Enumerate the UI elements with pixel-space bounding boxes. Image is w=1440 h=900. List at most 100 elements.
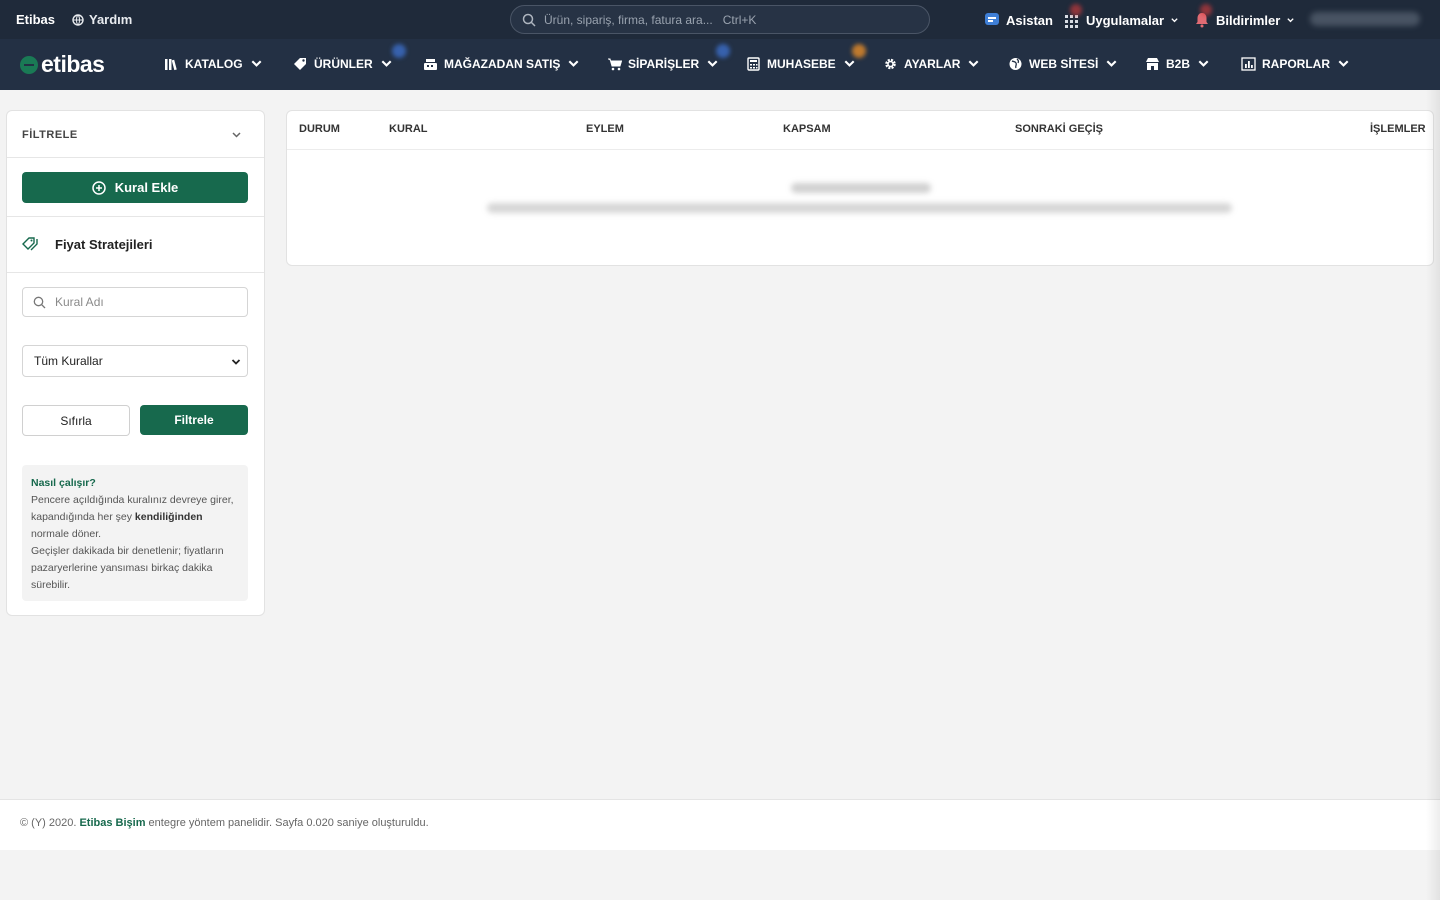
- nav-ayarlar[interactable]: AYARLAR: [883, 57, 981, 71]
- rule-name-search[interactable]: [22, 287, 248, 317]
- chevron-down-icon: [1198, 60, 1209, 67]
- header-divider: [287, 149, 1433, 150]
- column-header-eylem[interactable]: EYLEM: [586, 123, 624, 135]
- chevron-down-icon: [969, 60, 979, 67]
- chevron-down-icon: [1287, 17, 1294, 22]
- divider: [7, 216, 264, 217]
- nav-raporlar[interactable]: RAPORLAR: [1241, 57, 1351, 71]
- chart-icon: [1241, 57, 1256, 71]
- chevron-down-icon: [381, 60, 392, 67]
- notifications-badge: [1200, 4, 1212, 16]
- empty-state-text: [487, 203, 1232, 213]
- main-nav: etibas KATALOG ÜRÜNLER MAĞAZADAN SATIŞ S…: [0, 39, 1440, 90]
- store-icon: [1146, 58, 1159, 70]
- books-icon: [165, 59, 177, 71]
- rule-type-select-value: Tüm Kurallar: [34, 354, 103, 368]
- chevron-down-icon: [231, 359, 241, 365]
- filter-title: FİLTRELE: [22, 129, 78, 141]
- info-text: normale döner.: [31, 528, 102, 540]
- nav-siparisler[interactable]: SİPARİŞLER: [607, 57, 720, 71]
- tag-icon: [294, 58, 306, 70]
- notifications-label: Bildirimler: [1216, 12, 1281, 28]
- nav-ayarlar-label: AYARLAR: [904, 57, 961, 71]
- nav-urunler-label: ÜRÜNLER: [314, 57, 373, 71]
- search-icon: [522, 13, 536, 27]
- nav-b2b-label: B2B: [1166, 57, 1191, 71]
- nav-web-sitesi-label: WEB SİTESİ: [1029, 57, 1099, 71]
- column-header-sonraki-gecis[interactable]: SONRAKİ GEÇİŞ: [1015, 123, 1103, 135]
- nav-magazadan-satis[interactable]: MAĞAZADAN SATIŞ: [423, 57, 581, 71]
- footer-suffix: entegre yöntem panelidir. Sayfa 0.020 sa…: [145, 817, 429, 829]
- empty-state-title: [791, 183, 931, 193]
- search-icon: [33, 296, 46, 308]
- logo-text: etibas: [41, 51, 105, 77]
- nav-katalog-label: KATALOG: [185, 57, 243, 71]
- help-label: Yardım: [89, 12, 133, 27]
- top-bar: Etibas Yardım Asistan Uygulamalar Bildir…: [0, 0, 1440, 39]
- gear-icon: [885, 58, 896, 70]
- nav-katalog[interactable]: KATALOG: [164, 57, 264, 71]
- nav-web-sitesi[interactable]: WEB SİTESİ: [1008, 57, 1119, 71]
- plus-circle-icon: [91, 180, 106, 195]
- column-header-kural[interactable]: KURAL: [389, 123, 428, 135]
- tags-icon: [22, 237, 38, 251]
- chevron-down-icon: [1106, 60, 1117, 67]
- cart-icon: [608, 58, 622, 71]
- filter-header[interactable]: FİLTRELE: [7, 111, 264, 158]
- divider: [7, 272, 264, 273]
- nav-muhasebe-label: MUHASEBE: [767, 57, 836, 71]
- add-rule-label: Kural Ekle: [114, 180, 179, 195]
- company-link[interactable]: Etibas Bişim: [79, 817, 145, 829]
- assistant-button[interactable]: Asistan: [984, 12, 1053, 28]
- cash-register-icon: [424, 59, 437, 70]
- how-it-works-title: Nasıl çalışır?: [31, 477, 96, 489]
- nav-b2b[interactable]: B2B: [1145, 57, 1211, 71]
- chevron-down-icon: [1171, 17, 1178, 22]
- rule-name-input[interactable]: [55, 295, 235, 309]
- chevron-down-icon: [844, 60, 855, 67]
- rule-type-select[interactable]: Tüm Kurallar: [22, 345, 248, 377]
- info-text: Pencere açıldığında kuralınız devreye gi…: [31, 494, 234, 523]
- rules-table: DURUM KURAL EYLEM KAPSAM SONRAKİ GEÇİŞ İ…: [286, 110, 1434, 266]
- brand-link[interactable]: Etibas: [16, 12, 55, 27]
- apps-label: Uygulamalar: [1086, 12, 1165, 28]
- footer-text: © (Y) 2020. Etibas Bişim entegre yöntem …: [20, 817, 429, 829]
- globe-icon: [72, 13, 84, 26]
- apply-filter-button[interactable]: Filtrele: [140, 405, 248, 435]
- filter-panel: FİLTRELE Kural Ekle Fiyat Stratejileri T…: [6, 110, 265, 616]
- chevron-down-icon[interactable]: [231, 129, 242, 140]
- chevron-down-icon: [251, 60, 261, 67]
- muhasebe-badge: [852, 44, 866, 58]
- calculator-icon: [747, 57, 760, 71]
- nav-urunler[interactable]: ÜRÜNLER: [293, 57, 394, 71]
- apps-badge: [1070, 4, 1082, 16]
- help-link[interactable]: Yardım: [72, 12, 132, 27]
- how-it-works-box: Nasıl çalışır? Pencere açıldığında kural…: [22, 465, 248, 601]
- reset-button[interactable]: Sıfırla: [22, 405, 130, 436]
- logo-mark-icon: [20, 55, 38, 74]
- chevron-down-icon: [568, 60, 579, 67]
- price-strategies-link[interactable]: Fiyat Stratejileri: [22, 236, 153, 252]
- info-text-bold: kendiliğinden: [134, 511, 203, 523]
- add-rule-button[interactable]: Kural Ekle: [22, 172, 248, 203]
- footer: © (Y) 2020. Etibas Bişim entegre yöntem …: [0, 799, 1440, 850]
- apps-menu[interactable]: Uygulamalar: [1064, 12, 1179, 28]
- scroll-shadow: [1426, 90, 1440, 900]
- nav-muhasebe[interactable]: MUHASEBE: [746, 57, 857, 71]
- logo[interactable]: etibas: [20, 51, 105, 78]
- globe-icon: [1009, 58, 1022, 70]
- column-header-islemler[interactable]: İŞLEMLER: [1370, 123, 1426, 135]
- global-search[interactable]: [510, 5, 930, 34]
- chat-bot-icon: [985, 13, 999, 25]
- nav-magazadan-satis-label: MAĞAZADAN SATIŞ: [444, 57, 561, 71]
- nav-siparisler-label: SİPARİŞLER: [628, 57, 700, 71]
- chevron-down-icon: [707, 60, 718, 67]
- global-search-input[interactable]: [544, 12, 924, 27]
- siparisler-badge: [716, 44, 730, 58]
- column-header-durum[interactable]: DURUM: [299, 123, 340, 135]
- user-menu[interactable]: [1310, 12, 1420, 26]
- chevron-down-icon: [1338, 60, 1349, 67]
- how-it-works-text-2: Geçişler dakikada bir denetlenir; fiyatl…: [31, 545, 224, 591]
- column-header-kapsam[interactable]: KAPSAM: [783, 123, 831, 135]
- footer-prefix: © (Y) 2020.: [20, 817, 80, 829]
